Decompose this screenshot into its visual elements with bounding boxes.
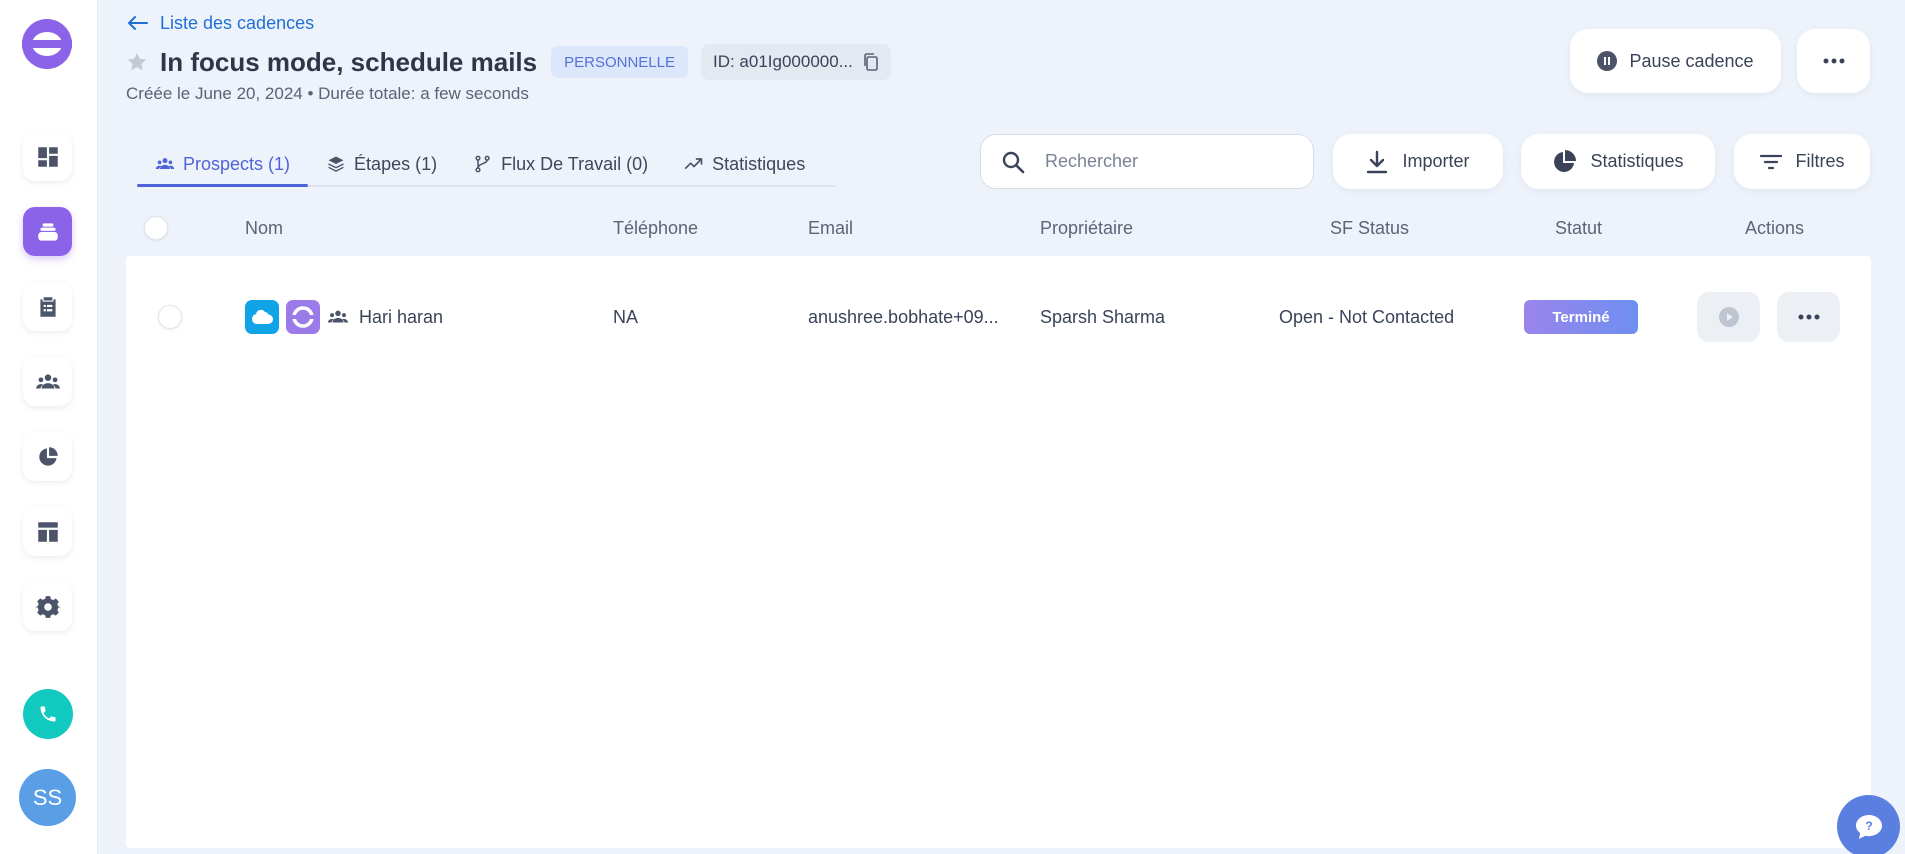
ringover-logo-icon[interactable]: [286, 300, 320, 334]
visibility-badge: PERSONNELLE: [551, 46, 688, 78]
column-header-status[interactable]: Statut: [1555, 205, 1602, 251]
import-button[interactable]: Importer: [1333, 134, 1503, 189]
play-action-button[interactable]: [1697, 292, 1760, 342]
status-badge: Terminé: [1524, 300, 1638, 334]
pause-icon: [1597, 51, 1618, 71]
column-header-email[interactable]: Email: [808, 205, 853, 251]
pause-cadence-label: Pause cadence: [1629, 50, 1754, 71]
back-link-label: Liste des cadences: [160, 12, 315, 33]
user-avatar[interactable]: SS: [19, 769, 76, 826]
svg-text:?: ?: [1865, 819, 1872, 833]
id-chip[interactable]: ID: a01Ig000000...: [700, 44, 891, 80]
tab-prospects[interactable]: Prospects (1): [137, 142, 309, 187]
people-icon: [155, 158, 175, 169]
copy-icon[interactable]: [863, 53, 879, 71]
people-icon: [35, 373, 60, 388]
prospect-name[interactable]: Hari haran: [359, 307, 443, 328]
arrow-left-icon: [128, 16, 148, 30]
nav-settings[interactable]: [23, 582, 72, 631]
status-cell: Terminé: [1524, 281, 1638, 353]
name-cell: Hari haran: [245, 281, 443, 353]
pie-chart-icon: [38, 446, 58, 466]
tab-steps-label: Étapes (1): [354, 153, 438, 174]
table-body: Hari haran NA anushree.bobhate+09... Spa…: [126, 256, 1871, 848]
nav-people[interactable]: [23, 357, 72, 406]
tab-statistics[interactable]: Statistiques: [666, 142, 823, 186]
owner-cell: Sparsh Sharma: [1040, 306, 1166, 327]
import-label: Importer: [1402, 151, 1470, 171]
star-icon[interactable]: [126, 51, 148, 73]
column-header-name[interactable]: Nom: [245, 205, 283, 251]
salesforce-icon[interactable]: [245, 300, 279, 334]
layout-icon: [37, 521, 58, 542]
dashboard-icon: [37, 146, 58, 167]
pie-chart-icon: [1554, 149, 1577, 172]
column-header-phone[interactable]: Téléphone: [613, 205, 698, 251]
nav-reports[interactable]: [23, 432, 72, 481]
cadence-stack-icon: [37, 222, 58, 241]
clipboard-icon: [39, 296, 56, 317]
tab-workflows[interactable]: Flux De Travail (0): [455, 142, 666, 186]
gear-icon: [34, 595, 61, 618]
column-header-sf-status[interactable]: SF Status: [1330, 205, 1409, 251]
table-row[interactable]: Hari haran NA anushree.bobhate+09... Spa…: [126, 281, 1871, 353]
help-chat-button[interactable]: ?: [1837, 795, 1900, 854]
title-row: In focus mode, schedule mails PERSONNELL…: [126, 44, 891, 80]
more-options-button[interactable]: [1797, 29, 1870, 93]
workflow-icon: [475, 155, 490, 173]
filters-label: Filtres: [1795, 151, 1845, 171]
cadence-id: ID: a01Ig000000...: [712, 52, 853, 71]
more-horizontal-icon: [1823, 58, 1844, 64]
back-link[interactable]: Liste des cadences: [126, 11, 314, 35]
table-header: Nom Téléphone Email Propriétaire SF Stat…: [126, 205, 1871, 251]
nav-templates[interactable]: [23, 507, 72, 556]
play-icon: [1718, 307, 1739, 327]
tab-workflows-label: Flux De Travail (0): [501, 153, 649, 174]
sidebar: SS: [0, 0, 98, 854]
row-more-button[interactable]: [1777, 292, 1840, 342]
app-logo[interactable]: [22, 19, 72, 69]
statistics-label: Statistiques: [1590, 151, 1684, 171]
column-header-owner[interactable]: Propriétaire: [1040, 205, 1133, 251]
help-chat-icon: ?: [1855, 814, 1882, 839]
trend-icon: [684, 158, 703, 169]
email-cell: anushree.bobhate+09...: [808, 306, 999, 327]
people-icon: [327, 310, 349, 323]
pause-cadence-button[interactable]: Pause cadence: [1570, 29, 1781, 93]
cadence-meta: Créée le June 20, 2024 • Durée totale: a…: [126, 84, 529, 103]
column-header-actions: Actions: [1745, 217, 1805, 238]
nav-tasks[interactable]: [23, 282, 72, 331]
tab-steps[interactable]: Étapes (1): [308, 142, 455, 186]
download-icon: [1367, 150, 1388, 173]
row-checkbox[interactable]: [158, 305, 182, 329]
filters-button[interactable]: Filtres: [1734, 134, 1870, 189]
more-horizontal-icon: [1798, 314, 1819, 320]
filter-icon: [1759, 154, 1782, 169]
search-icon: [1002, 151, 1025, 173]
sf-status-cell: Open - Not Contacted: [1279, 306, 1455, 327]
nav-dashboard[interactable]: [23, 132, 72, 181]
select-all-cell: [144, 205, 168, 251]
page-title: In focus mode, schedule mails: [160, 46, 538, 77]
phone-dialer-button[interactable]: [23, 689, 73, 739]
phone-cell: NA: [613, 306, 639, 327]
nav-cadences[interactable]: [23, 207, 72, 256]
select-all-checkbox[interactable]: [144, 216, 168, 240]
tab-bar: Prospects (1) Étapes (1) Flux De Travail…: [137, 142, 823, 187]
tab-prospects-label: Prospects (1): [183, 153, 291, 174]
row-select-cell: [158, 281, 182, 353]
avatar-initials: SS: [32, 784, 63, 810]
search-input[interactable]: [1045, 151, 1275, 172]
phone-icon: [40, 706, 56, 722]
tab-statistics-label: Statistiques: [712, 153, 806, 174]
statistics-button[interactable]: Statistiques: [1521, 134, 1715, 189]
layers-icon: [328, 156, 344, 172]
search-box[interactable]: [980, 134, 1314, 189]
